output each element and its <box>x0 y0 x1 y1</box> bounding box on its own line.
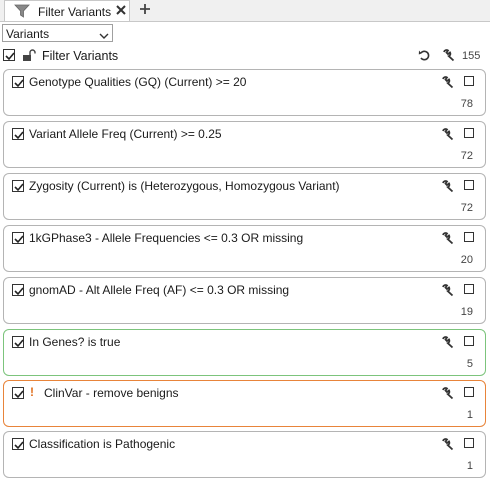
wrench-icon[interactable] <box>441 128 454 144</box>
wrench-icon[interactable] <box>442 49 455 65</box>
filter-checkbox[interactable] <box>12 387 24 399</box>
unlock-icon[interactable] <box>22 49 36 65</box>
filter-title: gnomAD - Alt Allele Freq (AF) <= 0.3 OR … <box>29 283 290 297</box>
source-select-value: Variants <box>6 27 50 41</box>
wrench-icon[interactable] <box>441 180 454 196</box>
filter-checkbox[interactable] <box>12 284 24 296</box>
filter-count: 20 <box>460 254 473 266</box>
square-icon[interactable] <box>464 387 474 397</box>
filter-count: 5 <box>466 358 473 370</box>
filter-count: 78 <box>460 98 473 110</box>
tab-label: Filter Variants <box>38 5 112 19</box>
filter-title: Variant Allele Freq (Current) >= 0.25 <box>29 127 222 141</box>
square-icon[interactable] <box>464 284 474 294</box>
filter-card[interactable]: Genotype Qualities (GQ) (Current) >= 20 … <box>3 69 486 116</box>
filter-title: 1kGPhase3 - Allele Frequencies <= 0.3 OR… <box>29 231 304 245</box>
filter-header: Filter Variants 155 <box>0 46 490 66</box>
undo-icon[interactable] <box>418 49 431 65</box>
filter-card-genes[interactable]: In Genes? is true 5 <box>3 329 486 376</box>
filter-title: Classification is Pathogenic <box>29 437 176 451</box>
square-icon[interactable] <box>464 76 474 86</box>
square-icon[interactable] <box>464 128 474 138</box>
header-count: 155 <box>462 50 481 62</box>
filter-title: Genotype Qualities (GQ) (Current) >= 20 <box>29 75 247 89</box>
header-checkbox[interactable] <box>3 49 15 61</box>
square-icon[interactable] <box>464 232 474 242</box>
warning-icon: ! <box>30 385 34 399</box>
wrench-icon[interactable] <box>441 76 454 92</box>
filter-card[interactable]: Classification is Pathogenic 1 <box>3 431 486 478</box>
filter-checkbox[interactable] <box>12 336 24 348</box>
filter-title: ClinVar - remove benigns <box>44 386 179 400</box>
source-select[interactable]: Variants <box>2 24 113 42</box>
close-icon[interactable] <box>115 4 127 19</box>
filter-card-clinvar[interactable]: ! ClinVar - remove benigns 1 <box>3 380 486 427</box>
filter-checkbox[interactable] <box>12 180 24 192</box>
filter-count: 72 <box>460 150 473 162</box>
tab-bar: Filter Variants <box>0 0 490 22</box>
filter-checkbox[interactable] <box>12 128 24 140</box>
filter-title: In Genes? is true <box>29 335 121 349</box>
wrench-icon[interactable] <box>441 232 454 248</box>
filter-card[interactable]: Zygosity (Current) is (Heterozygous, Hom… <box>3 173 486 220</box>
wrench-icon[interactable] <box>441 336 454 352</box>
add-tab-icon[interactable] <box>139 3 151 18</box>
filter-card[interactable]: Variant Allele Freq (Current) >= 0.25 72 <box>3 121 486 168</box>
square-icon[interactable] <box>464 180 474 190</box>
chevron-down-icon <box>99 29 109 43</box>
filter-checkbox[interactable] <box>12 76 24 88</box>
filter-card[interactable]: 1kGPhase3 - Allele Frequencies <= 0.3 OR… <box>3 225 486 272</box>
filter-checkbox[interactable] <box>12 438 24 450</box>
wrench-icon[interactable] <box>441 284 454 300</box>
square-icon[interactable] <box>464 438 474 448</box>
square-icon[interactable] <box>464 336 474 346</box>
filter-count: 1 <box>466 409 473 421</box>
filter-title: Zygosity (Current) is (Heterozygous, Hom… <box>29 179 340 193</box>
tab-filter-variants[interactable]: Filter Variants <box>4 0 130 21</box>
page-title: Filter Variants <box>42 49 119 63</box>
filter-count: 19 <box>460 306 473 318</box>
wrench-icon[interactable] <box>441 438 454 454</box>
filter-count: 72 <box>460 202 473 214</box>
funnel-icon <box>14 4 30 21</box>
filter-checkbox[interactable] <box>12 232 24 244</box>
filter-count: 1 <box>466 460 473 472</box>
filter-card[interactable]: gnomAD - Alt Allele Freq (AF) <= 0.3 OR … <box>3 277 486 324</box>
wrench-icon[interactable] <box>441 387 454 403</box>
